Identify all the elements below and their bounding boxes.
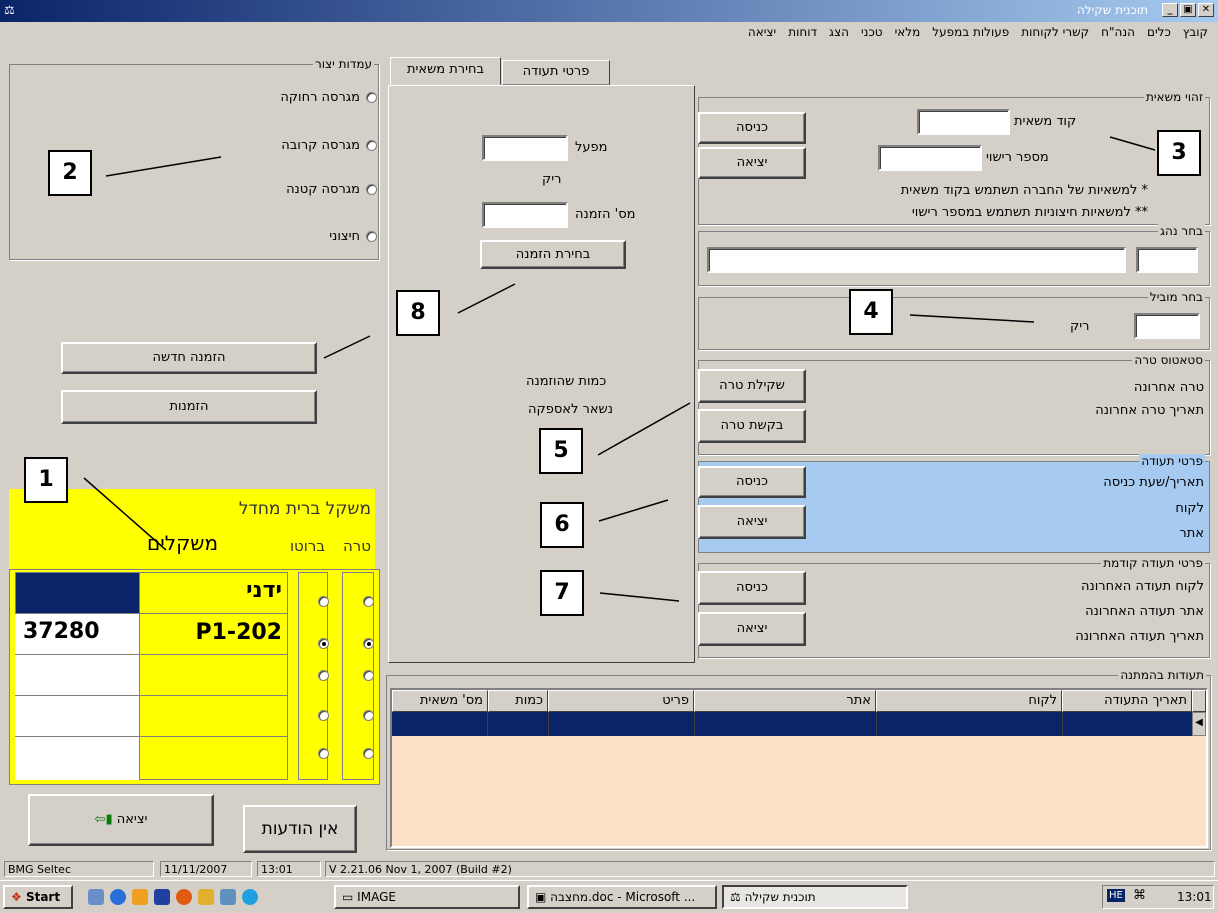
word-doc-icon: ▣ xyxy=(535,890,547,904)
language-indicator[interactable]: HE xyxy=(1107,889,1125,902)
start-label: Start xyxy=(25,890,61,904)
explorer-icon[interactable] xyxy=(220,889,236,905)
callout-4: 4 xyxy=(849,289,893,335)
start-button[interactable]: ❖ Start xyxy=(3,885,73,909)
firefox-icon[interactable] xyxy=(176,889,192,905)
task-word-doc[interactable]: ▣ מחצבה.doc - Microsoft ... xyxy=(527,885,717,909)
task-label: IMAGE xyxy=(357,890,396,904)
status-version: V 2.21.06 Nov 1, 2007 (Build #2) xyxy=(325,861,1215,877)
status-date: 11/11/2007 xyxy=(160,861,252,877)
task-label: תוכנית שקילה xyxy=(744,890,816,904)
skype-icon[interactable] xyxy=(242,889,258,905)
status-bar: BMG Seltec 11/11/2007 13:01 V 2.21.06 No… xyxy=(0,859,1218,879)
task-weighing-app[interactable]: ⚖ תוכנית שקילה xyxy=(722,885,908,909)
callout-1: 1 xyxy=(24,457,68,503)
callout-2: 2 xyxy=(48,150,92,196)
taskbar: ❖ Start ▭ IMAGE ▣ מחצבה.doc - Microsoft … xyxy=(0,880,1218,913)
callout-line-7 xyxy=(599,592,680,602)
scale-icon: ⚖ xyxy=(730,890,741,904)
folder-icon: ▭ xyxy=(342,890,354,904)
callout-line-4 xyxy=(909,314,1035,323)
callout-5: 5 xyxy=(539,428,583,474)
task-image-folder[interactable]: ▭ IMAGE xyxy=(334,885,520,909)
task-label: מחצבה.doc - Microsoft ... xyxy=(550,890,696,904)
callout-line-8a xyxy=(457,283,516,314)
callout-6: 6 xyxy=(540,502,584,548)
callout-3: 3 xyxy=(1157,130,1201,176)
network-icon: ⌘ xyxy=(1133,888,1146,903)
callout-7: 7 xyxy=(540,570,584,616)
outlook-icon[interactable] xyxy=(132,889,148,905)
system-tray: HE ⌘ 13:01 xyxy=(1102,885,1214,909)
status-time: 13:01 xyxy=(257,861,321,877)
clock: 13:01 xyxy=(1177,890,1212,904)
callout-line-5 xyxy=(597,402,691,456)
callout-line-8b xyxy=(323,335,371,359)
callout-line-2 xyxy=(105,156,222,177)
callout-8: 8 xyxy=(396,290,440,336)
desktop-icon[interactable] xyxy=(88,889,104,905)
callout-line-3 xyxy=(1109,136,1156,151)
callout-line-6 xyxy=(598,499,669,522)
windows-logo-icon: ❖ xyxy=(11,890,22,904)
annotation-lines xyxy=(83,136,1156,602)
status-company: BMG Seltec xyxy=(4,861,154,877)
word-icon[interactable] xyxy=(154,889,170,905)
folder-icon[interactable] xyxy=(198,889,214,905)
callout-line-1 xyxy=(83,477,167,551)
ie-icon[interactable] xyxy=(110,889,126,905)
